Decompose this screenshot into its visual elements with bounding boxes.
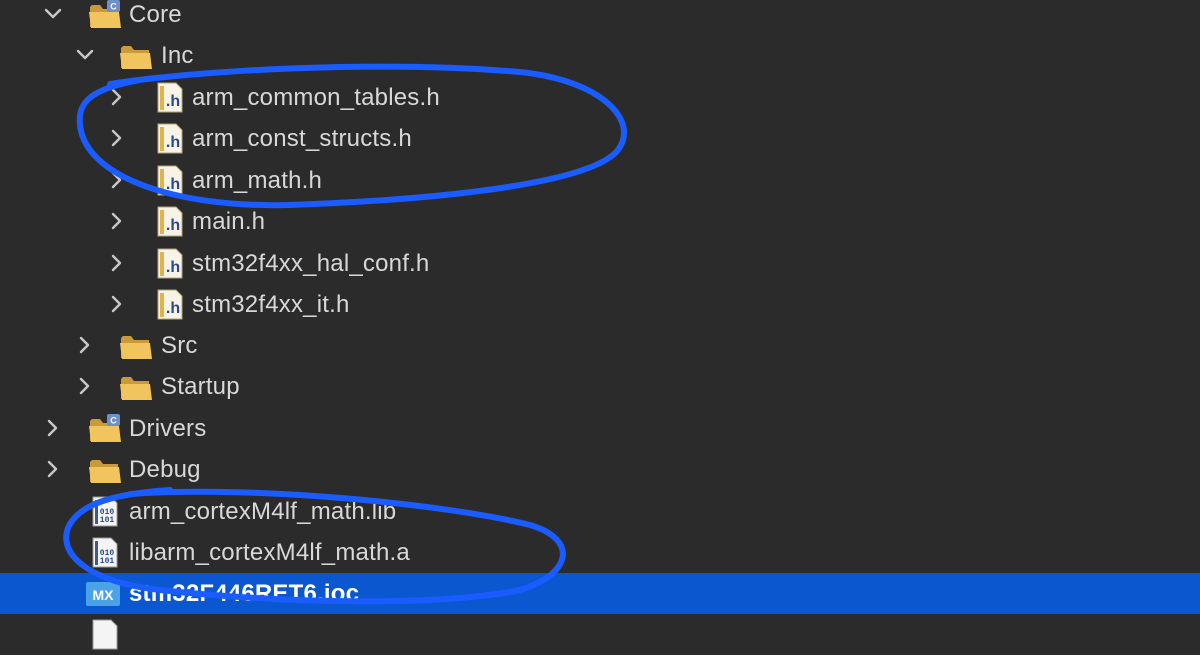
tree-item-arm-math-h[interactable]: .h arm_math.h xyxy=(0,160,1200,201)
source-folder-icon: C xyxy=(88,412,124,445)
svg-text:.h: .h xyxy=(166,259,180,276)
svg-text:C: C xyxy=(110,416,117,426)
tree-item-stm32f4xx-it-h[interactable]: .h stm32f4xx_it.h xyxy=(0,284,1200,325)
header-file-icon: .h xyxy=(152,81,188,114)
chevron-right-icon[interactable] xyxy=(72,373,98,399)
tree-item-label: Inc xyxy=(161,42,194,69)
header-file-icon: .h xyxy=(152,122,188,155)
tree-item-label: Debug xyxy=(129,456,201,483)
folder-icon xyxy=(119,39,155,72)
tree-item-drivers[interactable]: C Drivers xyxy=(0,408,1200,449)
tree-item-label: Startup xyxy=(161,373,240,400)
svg-text:.h: .h xyxy=(166,217,180,234)
chevron-right-icon[interactable] xyxy=(40,456,66,482)
folder-icon xyxy=(119,329,155,362)
project-explorer-tree: C Core Inc .h arm_common_tables.h .h arm… xyxy=(0,0,1200,650)
tree-item-partial[interactable] xyxy=(0,614,1200,655)
tree-item-label: Src xyxy=(161,332,198,359)
svg-text:101: 101 xyxy=(100,516,115,525)
svg-text:.h: .h xyxy=(166,134,180,151)
chevron-right-icon[interactable] xyxy=(104,84,130,110)
header-file-icon: .h xyxy=(152,288,188,321)
tree-item-src[interactable]: Src xyxy=(0,325,1200,366)
source-folder-icon: C xyxy=(88,0,124,31)
chevron-right-icon[interactable] xyxy=(104,250,130,276)
folder-icon xyxy=(88,453,124,486)
chevron-right-icon[interactable] xyxy=(104,125,130,151)
tree-item-stm32f4xx-hal-conf-h[interactable]: .h stm32f4xx_hal_conf.h xyxy=(0,243,1200,284)
svg-text:.h: .h xyxy=(166,93,180,110)
svg-text:.h: .h xyxy=(166,176,180,193)
tree-item-label: arm_cortexM4lf_math.lib xyxy=(129,498,397,525)
tree-item-libarm-cortexm4lf-math-a[interactable]: 010 101 libarm_cortexM4lf_math.a xyxy=(0,532,1200,573)
tree-item-label: libarm_cortexM4lf_math.a xyxy=(129,539,410,566)
tree-item-debug[interactable]: Debug xyxy=(0,449,1200,490)
chevron-right-icon[interactable] xyxy=(72,332,98,358)
cubemx-ioc-icon: MX xyxy=(86,577,122,610)
tree-item-label: arm_const_structs.h xyxy=(192,125,412,152)
tree-item-arm-const-structs-h[interactable]: .h arm_const_structs.h xyxy=(0,118,1200,159)
binary-file-icon: 010 101 xyxy=(88,495,124,528)
tree-item-label: stm32f4xx_it.h xyxy=(192,291,350,318)
svg-text:C: C xyxy=(110,2,117,12)
chevron-down-icon[interactable] xyxy=(72,42,98,68)
chevron-right-icon[interactable] xyxy=(104,208,130,234)
tree-item-label: main.h xyxy=(192,208,266,235)
svg-text:.h: .h xyxy=(166,300,180,317)
tree-item-label: stm32F446RET6.ioc xyxy=(129,580,360,607)
tree-item-inc[interactable]: Inc xyxy=(0,35,1200,76)
tree-item-label: Core xyxy=(129,1,182,28)
tree-item-label: stm32f4xx_hal_conf.h xyxy=(192,250,430,277)
tree-item-core[interactable]: C Core xyxy=(0,0,1200,35)
tree-item-arm-common-tables-h[interactable]: .h arm_common_tables.h xyxy=(0,77,1200,118)
svg-text:101: 101 xyxy=(100,557,115,566)
header-file-icon: .h xyxy=(152,247,188,280)
chevron-down-icon[interactable] xyxy=(40,1,66,27)
folder-icon xyxy=(119,370,155,403)
tree-item-main-h[interactable]: .h main.h xyxy=(0,201,1200,242)
tree-item-startup[interactable]: Startup xyxy=(0,366,1200,407)
tree-item-arm-cortexm4lf-math-lib[interactable]: 010 101 arm_cortexM4lf_math.lib xyxy=(0,491,1200,532)
header-file-icon: .h xyxy=(152,205,188,238)
tree-item-label: arm_math.h xyxy=(192,167,323,194)
chevron-right-icon[interactable] xyxy=(104,291,130,317)
binary-file-icon: 010 101 xyxy=(88,536,124,569)
header-file-icon: .h xyxy=(152,164,188,197)
tree-item-label: arm_common_tables.h xyxy=(192,84,440,111)
svg-text:MX: MX xyxy=(93,587,115,603)
chevron-right-icon[interactable] xyxy=(104,167,130,193)
chevron-right-icon[interactable] xyxy=(40,415,66,441)
file-icon xyxy=(88,618,124,651)
tree-item-stm32f446ret6-ioc[interactable]: MX stm32F446RET6.ioc xyxy=(0,573,1200,614)
tree-item-label: Drivers xyxy=(129,415,207,442)
